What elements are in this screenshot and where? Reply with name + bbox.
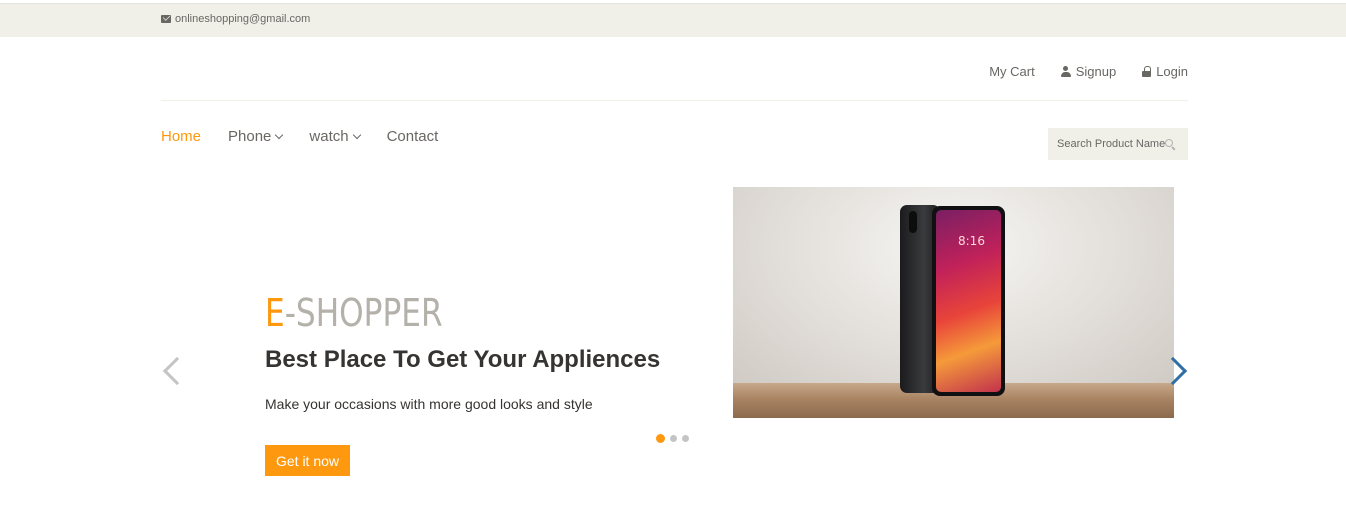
- envelope-icon: [161, 15, 171, 23]
- phone-screen: 8:16: [936, 210, 1001, 392]
- phone-camera: [909, 211, 917, 233]
- account-menu: My Cart Signup Login: [989, 64, 1188, 79]
- lock-icon: [1142, 66, 1152, 77]
- get-it-now-button[interactable]: Get it now: [265, 445, 350, 476]
- nav-contact-label: Contact: [386, 128, 439, 145]
- slide-indicator-2[interactable]: [670, 435, 677, 442]
- nav-phone[interactable]: Phone: [228, 128, 284, 145]
- nav-phone-label: Phone: [228, 128, 272, 145]
- slide-brand-title: E-SHOPPER: [265, 290, 443, 336]
- contact-bar: onlineshopping@gmail.com: [0, 4, 1346, 37]
- phone-screen-time: 8:16: [958, 234, 985, 248]
- login-link[interactable]: Login: [1142, 64, 1188, 79]
- nav-watch[interactable]: watch: [309, 128, 361, 145]
- my-cart-label: My Cart: [989, 64, 1035, 79]
- search-icon[interactable]: [1165, 138, 1176, 150]
- chevron-down-icon: [352, 130, 361, 139]
- nav-home-label: Home: [161, 128, 202, 145]
- email-text: onlineshopping@gmail.com: [175, 13, 311, 25]
- phone-front-view: 8:16: [932, 206, 1005, 396]
- brand-accent-letter: E: [265, 291, 285, 335]
- my-cart-link[interactable]: My Cart: [989, 64, 1035, 79]
- slide-indicator-1[interactable]: [656, 434, 665, 443]
- search-box: [1048, 128, 1188, 160]
- slide-indicator-3[interactable]: [682, 435, 689, 442]
- login-label: Login: [1156, 64, 1188, 79]
- search-input[interactable]: [1057, 138, 1165, 150]
- slide-tagline: Make your occasions with more good looks…: [265, 396, 593, 412]
- brand-rest-text: -SHOPPER: [284, 291, 443, 335]
- main-nav: Home Phone watch Contact: [161, 128, 438, 145]
- contact-email[interactable]: onlineshopping@gmail.com: [161, 13, 310, 25]
- nav-home[interactable]: Home: [161, 128, 201, 145]
- chevron-down-icon: [275, 130, 284, 139]
- header-divider: [161, 100, 1188, 101]
- slide-headline: Best Place To Get Your Appliences: [265, 346, 661, 373]
- signup-link[interactable]: Signup: [1060, 64, 1117, 79]
- slider-prev-arrow-icon[interactable]: [162, 356, 192, 386]
- signup-label: Signup: [1075, 64, 1117, 79]
- nav-contact[interactable]: Contact: [387, 128, 439, 145]
- slide-product-image: 8:16: [733, 187, 1174, 418]
- nav-watch-label: watch: [309, 128, 349, 145]
- user-icon: [1060, 66, 1071, 77]
- slider-indicators: [656, 434, 689, 443]
